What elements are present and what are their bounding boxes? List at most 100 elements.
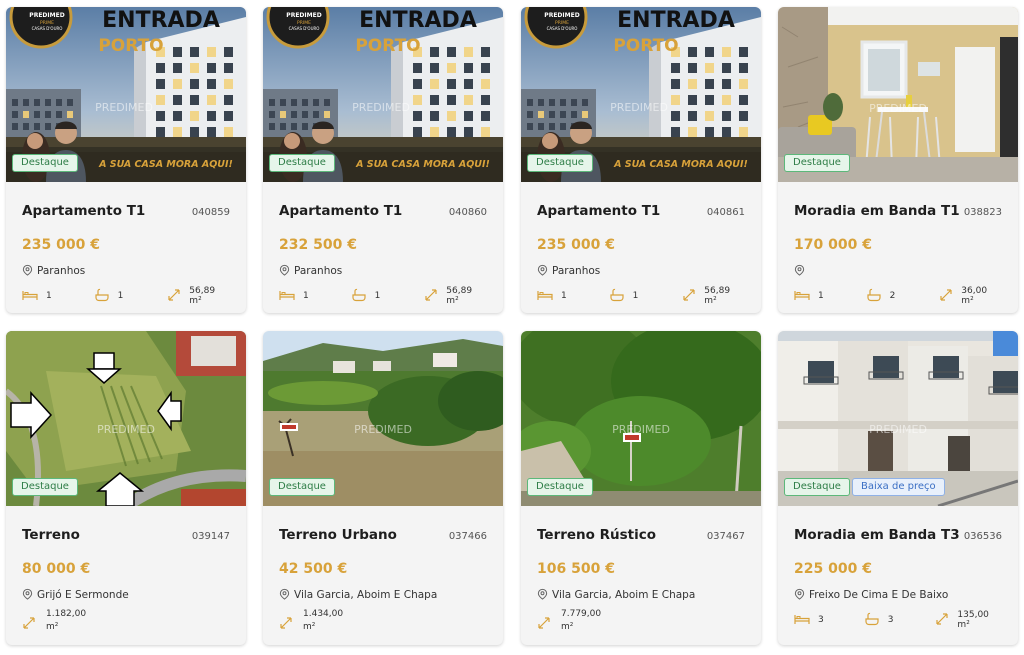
listing-reference: 038823 [963,207,1002,218]
logo-text-top: PREDIMED [29,12,64,19]
bathrooms-count: 1 [117,291,124,301]
featured-badge: Destaque [269,478,335,496]
watermark-text: PREDIMED [610,101,668,114]
listing-photo[interactable]: PREDIMED Destaque [6,331,246,506]
featured-badge: Destaque [784,478,850,496]
listing-photo[interactable]: PREDIMED Destaque [778,7,1018,182]
listing-photo[interactable]: PREDIMED Destaque [521,331,761,506]
map-pin-icon [794,588,809,603]
map-pin-icon [537,588,552,603]
listing-price: 235 000 € [537,237,615,253]
listing-photo[interactable]: PREDIMED Destaque Baixa de preço [778,331,1018,506]
listing-reference: 040860 [448,207,487,218]
map-pin-icon [537,264,552,279]
listing-title[interactable]: Moradia em Banda T1 [794,203,960,219]
banner-headline: ENTRADA [617,8,735,33]
bathrooms-count: 3 [887,615,894,625]
listing-photo[interactable]: PREDIMED PRIME CASAS D'OURO ENTRADA PORTO A S… [263,7,503,182]
listing-title[interactable]: Terreno Urbano [279,527,397,543]
listing-card[interactable]: PREDIMED Destaque Moradia em Banda T1 03882… [778,7,1018,313]
listing-features: 1 1 56,89 m² [279,286,487,306]
listing-card[interactable]: PREDIMED Destaque Baixa de preço Moradia em… [778,331,1018,645]
bed-icon [794,289,818,304]
map-pin-icon [22,264,37,279]
listing-card[interactable]: PREDIMED Destaque Terreno Urbano 037466 42 5… [263,331,503,645]
listing-features: 1.434,00 m² [279,608,487,634]
listing-title[interactable]: Apartamento T1 [537,203,660,219]
area-arrows-icon [167,288,189,305]
listing-photo[interactable]: PREDIMED PRIME CASAS D'OURO ENTRADA PORTO A S… [6,7,246,182]
listing-reference: 036536 [963,531,1002,542]
listing-price: 232 500 € [279,237,357,253]
watermark-text: PREDIMED [612,423,670,436]
bedrooms-count: 1 [46,291,52,301]
listing-price: 80 000 € [22,561,91,577]
bathtub-icon [351,288,375,305]
listing-price: 225 000 € [794,561,872,577]
logo-text-top: PREDIMED [544,12,579,19]
listing-photo[interactable]: PREDIMED Destaque [263,331,503,506]
listing-card[interactable]: PREDIMED Destaque Terreno 039147 80 000 € Gri… [6,331,246,645]
listing-card[interactable]: PREDIMED PRIME CASAS D'OURO ENTRADA PORTO A S… [263,7,503,313]
banner-city: PORTO [613,36,678,56]
area-value: 56,89 m² [704,286,731,306]
logo-text-bottom: CASAS D'OURO [289,26,320,31]
listing-reference: 040859 [191,207,230,218]
banner-headline: ENTRADA [359,8,477,33]
featured-badge: Destaque [527,478,593,496]
listing-price: 106 500 € [537,561,615,577]
featured-badge: Destaque [12,478,78,496]
featured-badge: Destaque [784,154,850,172]
listing-location: Grijó E Sermonde [37,589,129,601]
area-value: 56,89 m² [189,286,216,306]
area-arrows-icon [935,612,957,629]
featured-badge: Destaque [527,154,593,172]
logo-text-bottom: CASAS D'OURO [547,26,578,31]
bathrooms-count: 1 [632,291,639,301]
listing-title[interactable]: Terreno [22,527,80,543]
watermark-text: PREDIMED [354,423,412,436]
area-arrows-icon [279,608,303,633]
bathtub-icon [866,288,890,305]
bathtub-icon [94,288,118,305]
banner-tagline: A SUA CASA MORA AQUI! [613,159,748,170]
listing-features: 1 2 36,00 m² [794,286,1002,306]
listing-title[interactable]: Apartamento T1 [22,203,145,219]
listing-features: 3 3 135,00 m² [794,610,1002,630]
map-pin-icon [279,588,294,603]
listing-price: 170 000 € [794,237,872,253]
listing-card[interactable]: PREDIMED Destaque Terreno Rústico 037467 106… [521,331,761,645]
listing-price: 42 500 € [279,561,348,577]
bed-icon [279,289,303,304]
bed-icon [537,289,561,304]
listing-title[interactable]: Apartamento T1 [279,203,402,219]
banner-tagline: A SUA CASA MORA AQUI! [355,159,490,170]
listing-card[interactable]: PREDIMED PRIME CASAS D'OURO ENTRADA PORTO A S… [521,7,761,313]
watermark-text: PREDIMED [95,101,153,114]
bathrooms-count: 2 [889,291,896,301]
area-arrows-icon [682,288,704,305]
listing-reference: 037467 [706,531,745,542]
area-value: 1.182,00 [46,609,87,619]
listing-title[interactable]: Terreno Rústico [537,527,656,543]
listing-features: 1 1 56,89 m² [537,286,745,306]
listing-price: 235 000 € [22,237,100,253]
area-value: 56,89 m² [446,286,473,306]
bed-icon [794,613,818,628]
bedrooms-count: 1 [303,291,309,301]
listing-location: Paranhos [37,265,86,277]
listing-photo[interactable]: PREDIMED PRIME CASAS D'OURO ENTRADA PORTO A S… [521,7,761,182]
listing-reference: 039147 [191,531,230,542]
listing-location: Paranhos [552,265,601,277]
listing-reference: 040861 [706,207,745,218]
banner-tagline: A SUA CASA MORA AQUI! [98,159,233,170]
listing-title[interactable]: Moradia em Banda T3 [794,527,960,543]
area-value: 7.779,00 [561,609,602,619]
banner-city: PORTO [355,36,420,56]
map-pin-icon [794,264,809,279]
area-arrows-icon [537,608,561,633]
listing-card[interactable]: PREDIMED PRIME CASAS D'OURO ENTRADA PORTO A S… [6,7,246,313]
watermark-text: PREDIMED [97,423,155,436]
watermark-text: PREDIMED [869,423,927,436]
bathtub-icon [864,612,888,629]
